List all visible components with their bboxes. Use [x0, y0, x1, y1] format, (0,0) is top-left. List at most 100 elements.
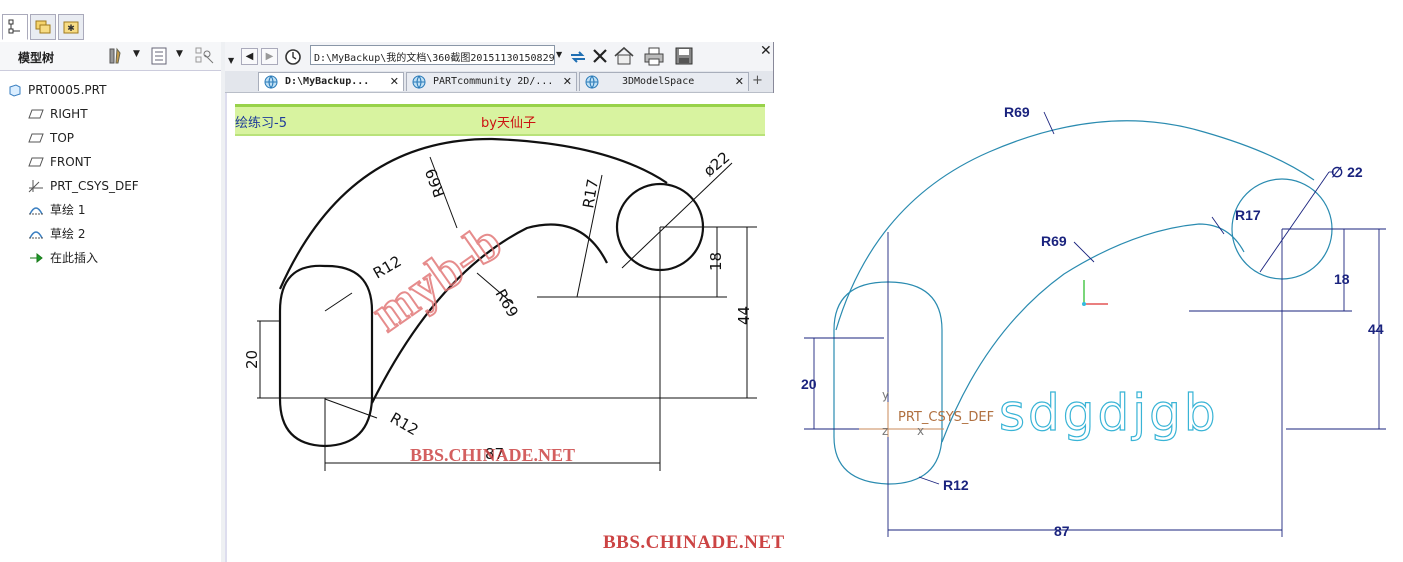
tree-item-label: PRT_CSYS_DEF: [50, 179, 139, 193]
cad-axis-x: x: [917, 424, 924, 438]
dim-label-r17: R17: [579, 178, 602, 210]
tree-item-insert-here[interactable]: 在此插入: [28, 249, 98, 267]
sketch-outer-arc: [835, 120, 1315, 331]
dim-label-18: 18: [707, 252, 725, 271]
chevron-down-icon[interactable]: ▼: [133, 49, 140, 59]
cad-viewport[interactable]: R69 ∅ 22 R17 R69 18 44 20 R12 87 y x z P…: [774, 42, 1403, 562]
address-input[interactable]: D:\MyBackup\我的文档\360截图20151130150829: [310, 45, 555, 65]
csys-icon: [28, 180, 43, 193]
browser-page: 绘练习-5 by天仙子 ø22 R17 R69 R69 R12 R12 20 1…: [225, 93, 775, 562]
browser-tab-3[interactable]: 3DModelSpace ✕: [579, 72, 749, 91]
cad-label-44: 44: [1368, 321, 1384, 337]
cad-axis-z: z: [882, 424, 888, 438]
dim-label-r69-outer: R69: [422, 166, 449, 200]
print-icon[interactable]: [643, 46, 665, 66]
folder-browser-tab[interactable]: [30, 14, 56, 40]
history-icon[interactable]: [283, 47, 303, 67]
tree-item-label: TOP: [50, 131, 75, 145]
csys-marker: y x z PRT_CSYS_DEF: [859, 388, 994, 438]
favorites-tab[interactable]: ✱: [58, 14, 84, 40]
browser-tab-label: PARTcommunity 2D/...: [433, 76, 554, 87]
globe-icon: [412, 75, 426, 89]
slot: [278, 264, 374, 448]
close-tab-icon[interactable]: ✕: [390, 73, 399, 91]
globe-icon: [585, 75, 599, 89]
save-icon[interactable]: [674, 46, 694, 66]
arrow-left-icon: ◀: [245, 51, 254, 62]
globe-icon: [264, 75, 278, 89]
close-tab-icon[interactable]: ✕: [735, 73, 744, 91]
arrow-right-icon: ▶: [265, 51, 274, 62]
address-dropdown-icon[interactable]: ▼: [556, 50, 562, 59]
sketch-icon: [29, 207, 43, 215]
tree-item-part[interactable]: PRT0005.PRT: [8, 81, 106, 99]
tree-item-label: 草绘 1: [50, 203, 86, 217]
tree-item-label: FRONT: [50, 155, 91, 169]
folders-icon: [35, 20, 51, 34]
navigator-tabs: ✱: [0, 0, 1403, 42]
cad-label-87: 87: [1054, 523, 1070, 539]
close-browser-icon[interactable]: ✕: [760, 43, 772, 59]
menu-chevron-icon[interactable]: ▼: [228, 56, 234, 65]
star-icon: ✱: [63, 21, 79, 34]
model-tree-title: 模型树: [18, 51, 55, 65]
back-button[interactable]: ◀: [241, 48, 258, 65]
tree-item-label: RIGHT: [50, 107, 88, 121]
dim-label-r12-bottom: R12: [387, 409, 422, 439]
dim-label-20: 20: [243, 350, 261, 369]
datum-plane-icon: [28, 133, 44, 143]
browser-tab-label: D:\MyBackup...: [285, 76, 370, 87]
new-tab-icon[interactable]: +: [752, 73, 763, 88]
tree-item-front[interactable]: FRONT: [28, 153, 91, 171]
insert-arrow-icon: [30, 252, 43, 264]
cad-label-20: 20: [801, 376, 817, 392]
cad-label-r17: R17: [1235, 207, 1261, 223]
cad-label-r69-outer: R69: [1004, 104, 1030, 120]
cad-label-18: 18: [1334, 271, 1350, 287]
chevron-down-icon[interactable]: ▼: [176, 49, 183, 59]
refresh-icon[interactable]: [568, 47, 588, 67]
close-tab-icon[interactable]: ✕: [563, 73, 572, 91]
cad-label-dia: ∅ 22: [1331, 164, 1363, 180]
datum-plane-icon: [28, 109, 44, 119]
tree-item-label: 草绘 2: [50, 227, 86, 241]
tree-item-right[interactable]: RIGHT: [28, 105, 88, 123]
home-icon[interactable]: [613, 46, 635, 66]
svg-text:✱: ✱: [67, 24, 75, 34]
cad-label-r69-inner: R69: [1041, 233, 1067, 249]
dim-label-44: 44: [735, 306, 753, 325]
browser-tab-label: 3DModelSpace: [622, 76, 695, 87]
sketch-icon: [29, 231, 43, 239]
embedded-browser: ▼ ◀ ▶ D:\MyBackup\我的文档\360截图201511301508…: [225, 42, 775, 562]
browser-tab-2[interactable]: PARTcommunity 2D/... ✕: [406, 72, 577, 91]
cad-label-r12: R12: [943, 477, 969, 493]
watermark-inner: BBS.CHINADE.NET: [410, 445, 575, 465]
browser-tab-1[interactable]: D:\MyBackup... ✕: [258, 72, 404, 91]
tree-item-csys[interactable]: PRT_CSYS_DEF: [28, 177, 139, 195]
mini-triad-icon: [1082, 280, 1108, 306]
tree-item-label: PRT0005.PRT: [28, 83, 107, 97]
watermark-bottom: BBS.CHINADE.NET: [603, 532, 785, 553]
stop-icon[interactable]: [591, 47, 609, 65]
reference-drawing: ø22 R17 R69 R69 R12 R12 20 18 44 87 myb-…: [243, 137, 757, 471]
forward-button[interactable]: ▶: [261, 48, 278, 65]
part-icon: [9, 84, 21, 97]
tree-item-label: 在此插入: [50, 251, 99, 265]
browser-tab-bar: D:\MyBackup... ✕ PARTcommunity 2D/... ✕ …: [225, 71, 773, 93]
datum-plane-icon: [28, 157, 44, 167]
tree-item-sketch-1[interactable]: 草绘 1: [28, 201, 85, 219]
dim-label-r69-inner: R69: [492, 286, 522, 321]
model-tree-header: 模型树 ▼ ▼: [0, 42, 221, 71]
filter-icon[interactable]: [195, 47, 215, 65]
show-options-icon[interactable]: [151, 47, 167, 65]
model-tree-tab[interactable]: [2, 14, 28, 40]
tree-icon: [8, 19, 20, 34]
cad-extruded-text: sdgdjgb: [999, 384, 1219, 442]
dim-label-dia: ø22: [700, 148, 733, 180]
tree-item-top[interactable]: TOP: [28, 129, 74, 147]
settings-tools-icon[interactable]: [106, 47, 124, 65]
model-tree-panel: 模型树 ▼ ▼ PRT0005.PRT RIGHT TOP FRONT PRT_…: [0, 42, 222, 562]
browser-nav-bar: ▼ ◀ ▶ D:\MyBackup\我的文档\360截图201511301508…: [225, 42, 773, 71]
cad-axis-y: y: [882, 388, 889, 402]
tree-item-sketch-2[interactable]: 草绘 2: [28, 225, 85, 243]
